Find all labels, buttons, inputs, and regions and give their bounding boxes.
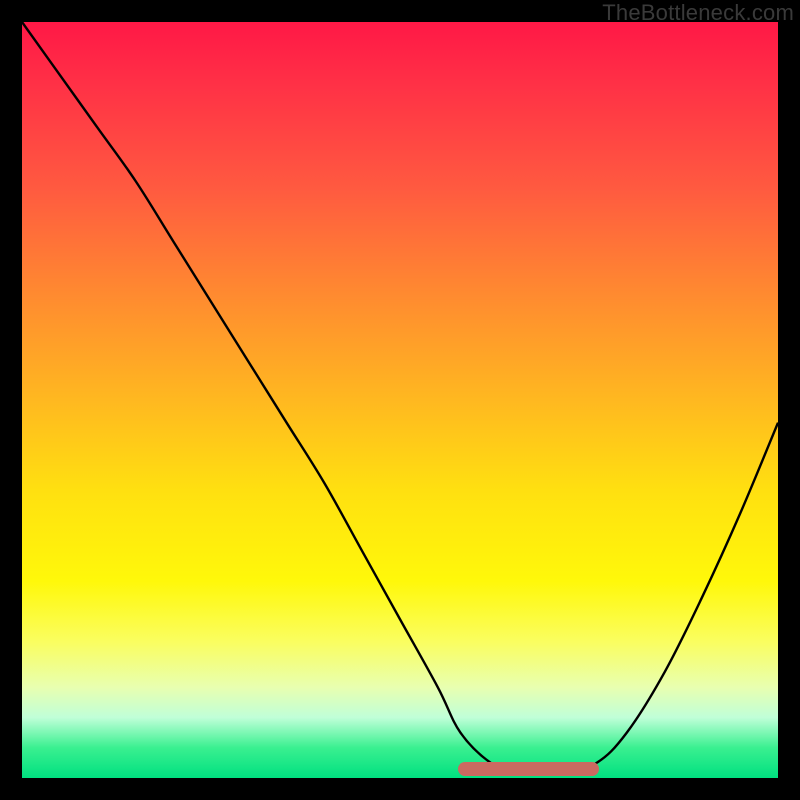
plot-area <box>22 22 778 778</box>
bottleneck-curve <box>22 22 778 778</box>
chart-frame: TheBottleneck.com <box>0 0 800 800</box>
optimal-range-marker <box>458 762 598 776</box>
watermark-text: TheBottleneck.com <box>602 0 794 26</box>
